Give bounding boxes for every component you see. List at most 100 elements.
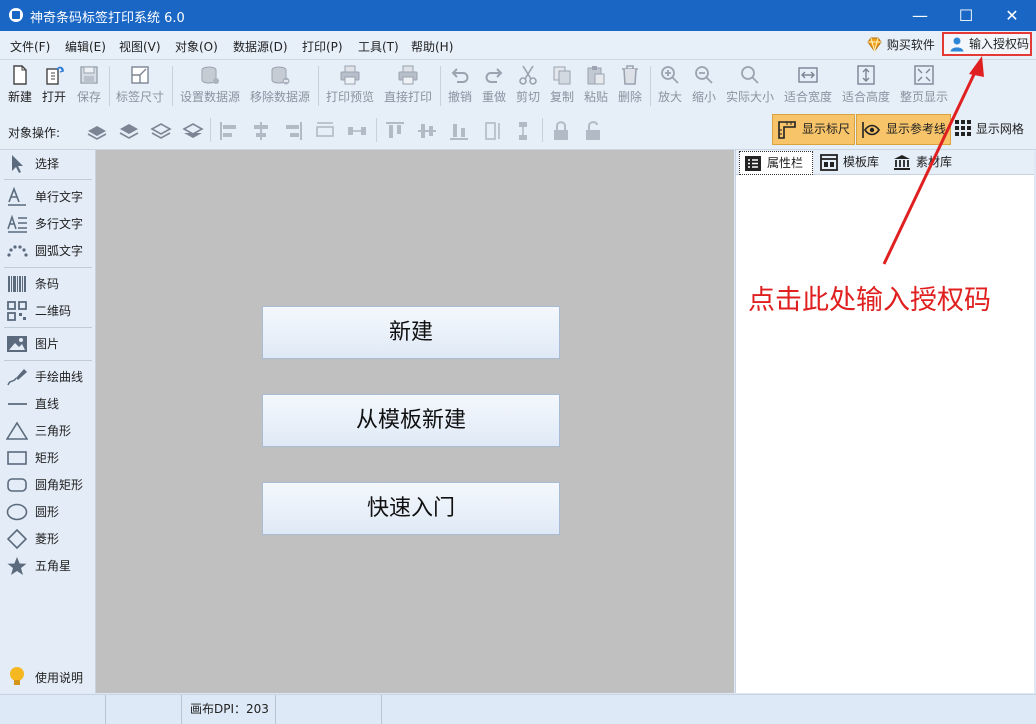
menu-edit[interactable]: 编辑(E) bbox=[65, 38, 106, 55]
distribute-horizontal-icon[interactable] bbox=[346, 120, 368, 142]
unlock-icon[interactable] bbox=[582, 120, 604, 142]
bring-forward-icon[interactable] bbox=[118, 120, 140, 142]
same-width-icon[interactable] bbox=[314, 120, 336, 142]
toolbar-separator bbox=[318, 66, 319, 106]
direct-print-button[interactable]: 直接打印 bbox=[382, 62, 434, 105]
tool-freehand[interactable]: 手绘曲线 bbox=[6, 365, 92, 389]
set-datasource-button[interactable]: 设置数据源 bbox=[178, 62, 242, 105]
print-preview-button[interactable]: 打印预览 bbox=[324, 62, 376, 105]
menu-file[interactable]: 文件(F) bbox=[10, 38, 50, 55]
menu-view[interactable]: 视图(V) bbox=[119, 38, 161, 55]
save-button[interactable]: 保存 bbox=[75, 62, 103, 105]
zoom-in-icon bbox=[661, 66, 679, 84]
toolbar-separator bbox=[376, 118, 377, 142]
tool-single-line-text[interactable]: 单行文字 bbox=[6, 185, 92, 209]
tab-properties[interactable]: 属性栏 bbox=[739, 151, 813, 175]
zoom-in-button[interactable]: 放大 bbox=[656, 62, 684, 105]
redo-button[interactable]: 重做 bbox=[480, 62, 508, 105]
tool-line[interactable]: 直线 bbox=[6, 392, 92, 416]
multi-line-text-icon bbox=[7, 214, 27, 233]
paste-button[interactable]: 粘贴 bbox=[582, 62, 610, 105]
menu-print[interactable]: 打印(P) bbox=[302, 38, 343, 55]
menu-help[interactable]: 帮助(H) bbox=[411, 38, 453, 55]
paste-label: 粘贴 bbox=[583, 90, 608, 104]
lock-icon[interactable] bbox=[550, 120, 572, 142]
fit-width-button[interactable]: 适合宽度 bbox=[782, 62, 834, 105]
canvas-dpi: 画布DPI：203 bbox=[190, 702, 269, 716]
tool-rectangle[interactable]: 矩形 bbox=[6, 446, 92, 470]
tool-barcode[interactable]: 条码 bbox=[6, 272, 92, 296]
window-title: 神奇条码标签打印系统 6.0 bbox=[30, 11, 185, 26]
tool-sidebar: 选择 单行文字 多行文字 圆弧文字 条码 二维码 图片 手绘曲线 直线 三角形 … bbox=[0, 150, 96, 693]
cut-button[interactable]: 剪切 bbox=[514, 62, 542, 105]
same-height-icon[interactable] bbox=[480, 120, 502, 142]
actual-size-label: 实际大小 bbox=[725, 90, 774, 104]
barcode-icon bbox=[8, 276, 26, 292]
maximize-button[interactable]: ☐ bbox=[943, 0, 989, 31]
tool-triangle[interactable]: 三角形 bbox=[6, 419, 92, 443]
close-button[interactable]: ✕ bbox=[989, 0, 1035, 31]
direct-print-label: 直接打印 bbox=[383, 90, 432, 104]
redo-icon bbox=[485, 68, 503, 83]
distribute-vertical-icon[interactable] bbox=[512, 120, 534, 142]
annotation-arrow bbox=[882, 56, 984, 265]
quick-start-button[interactable]: 快速入门 bbox=[262, 482, 560, 535]
sidebar-separator bbox=[4, 267, 92, 268]
label-size-button[interactable]: 标签尺寸 bbox=[114, 62, 166, 105]
tool-ellipse[interactable]: 圆形 bbox=[6, 500, 92, 524]
menu-datasource[interactable]: 数据源(D) bbox=[233, 38, 288, 55]
align-bottom-icon[interactable] bbox=[448, 120, 470, 142]
tool-arc-text[interactable]: 圆弧文字 bbox=[6, 239, 92, 263]
tool-rounded-rect[interactable]: 圆角矩形 bbox=[6, 473, 92, 497]
sidebar-separator bbox=[4, 360, 92, 361]
undo-button[interactable]: 撤销 bbox=[446, 62, 474, 105]
delete-button[interactable]: 删除 bbox=[616, 62, 644, 105]
tool-qrcode[interactable]: 二维码 bbox=[6, 299, 92, 323]
send-to-back-icon[interactable] bbox=[182, 120, 204, 142]
align-middle-icon[interactable] bbox=[416, 120, 438, 142]
tab-properties-label: 属性栏 bbox=[767, 156, 804, 170]
menu-object[interactable]: 对象(O) bbox=[175, 38, 218, 55]
menu-tools[interactable]: 工具(T) bbox=[358, 38, 399, 55]
toolbar-separator bbox=[109, 66, 110, 106]
tool-select-label: 选择 bbox=[35, 157, 60, 171]
copy-button[interactable]: 复制 bbox=[548, 62, 576, 105]
freehand-icon bbox=[7, 369, 27, 386]
minimize-button[interactable]: — bbox=[897, 0, 943, 31]
align-left-icon[interactable] bbox=[218, 120, 240, 142]
fit-width-label: 适合宽度 bbox=[783, 90, 832, 104]
tool-image[interactable]: 图片 bbox=[6, 332, 92, 356]
new-label-button[interactable]: 新建 bbox=[262, 306, 560, 359]
tool-single-line-text-label: 单行文字 bbox=[35, 190, 84, 204]
show-ruler-toggle[interactable]: 显示标尺 bbox=[772, 114, 855, 145]
new-from-template-button[interactable]: 从模板新建 bbox=[262, 394, 560, 447]
open-button[interactable]: 打开 bbox=[40, 62, 68, 105]
bring-to-front-icon[interactable] bbox=[86, 120, 108, 142]
sidebar-separator bbox=[4, 179, 92, 180]
list-icon bbox=[745, 156, 761, 171]
new-button[interactable]: 新建 bbox=[6, 62, 34, 105]
remove-datasource-button[interactable]: 移除数据源 bbox=[248, 62, 312, 105]
align-center-icon[interactable] bbox=[250, 120, 272, 142]
actual-size-button[interactable]: 实际大小 bbox=[724, 62, 776, 105]
qrcode-icon bbox=[7, 301, 27, 321]
zoom-out-button[interactable]: 缩小 bbox=[690, 62, 718, 105]
tool-star[interactable]: 五角星 bbox=[6, 554, 92, 578]
align-right-icon[interactable] bbox=[282, 120, 304, 142]
help-guide-button[interactable]: 使用说明 bbox=[6, 666, 92, 690]
tool-select[interactable]: 选择 bbox=[6, 152, 92, 176]
show-ruler-label: 显示标尺 bbox=[802, 122, 851, 136]
zoom-in-label: 放大 bbox=[657, 90, 682, 104]
tool-diamond[interactable]: 菱形 bbox=[6, 527, 92, 551]
tool-rectangle-label: 矩形 bbox=[35, 451, 60, 465]
send-backward-icon[interactable] bbox=[150, 120, 172, 142]
align-top-icon[interactable] bbox=[384, 120, 406, 142]
label-size-icon bbox=[131, 66, 149, 84]
tool-multi-line-text[interactable]: 多行文字 bbox=[6, 212, 92, 236]
toolbar-separator bbox=[440, 66, 441, 106]
label-size-label: 标签尺寸 bbox=[115, 90, 164, 104]
template-icon bbox=[820, 154, 838, 171]
design-canvas[interactable]: 新建 从模板新建 快速入门 bbox=[96, 150, 734, 693]
tool-image-label: 图片 bbox=[35, 337, 60, 351]
undo-icon bbox=[451, 68, 469, 83]
